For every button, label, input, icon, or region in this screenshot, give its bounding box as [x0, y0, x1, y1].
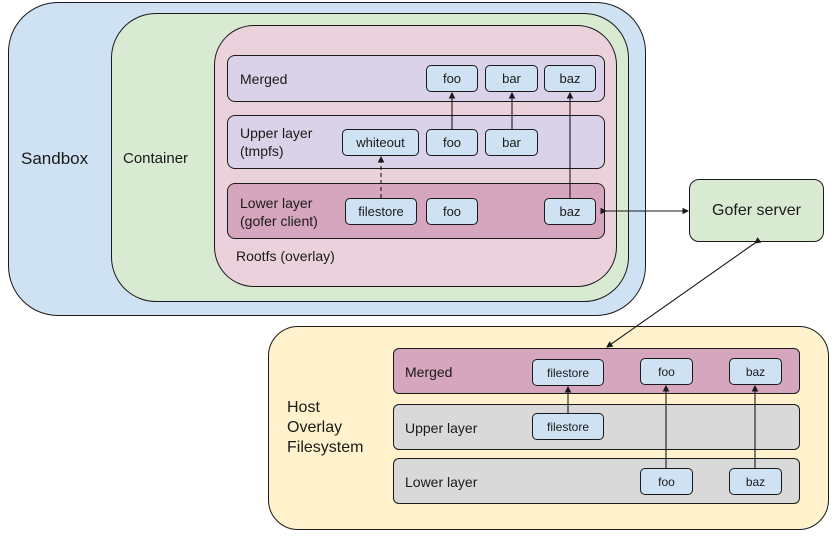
host-upper-label: Upper layer: [405, 420, 478, 436]
rootfs-upper-file-whiteout[interactable]: whiteout: [342, 129, 419, 156]
rootfs-lower-file-baz[interactable]: baz: [544, 198, 596, 225]
rootfs-merged-label: Merged: [240, 71, 288, 87]
gofer-server: Gofer server: [689, 179, 824, 242]
host-overlay-label: Host Overlay Filesystem: [287, 399, 364, 456]
rootfs-merged-file-bar[interactable]: bar: [485, 65, 538, 92]
host-upper-file-filestore[interactable]: filestore: [532, 413, 604, 440]
rootfs-lower-label: Lower layer (gofer client): [240, 195, 318, 229]
host-merged-file-baz[interactable]: baz: [729, 358, 782, 385]
sandbox-label: Sandbox: [21, 149, 89, 168]
rootfs-label: Rootfs (overlay): [236, 248, 335, 264]
host-merged-file-foo[interactable]: foo: [640, 358, 693, 385]
rootfs-upper-file-foo[interactable]: foo: [426, 129, 478, 156]
rootfs-lower-file-filestore[interactable]: filestore: [345, 198, 417, 225]
rootfs-upper-file-bar[interactable]: bar: [485, 129, 538, 156]
container-label: Container: [123, 150, 189, 167]
rootfs-merged-file-foo[interactable]: foo: [426, 65, 478, 92]
rootfs-upper-label: Upper layer (tmpfs): [240, 125, 313, 159]
rootfs-merged-file-baz[interactable]: baz: [544, 65, 596, 92]
host-merged-file-filestore[interactable]: filestore: [532, 359, 604, 386]
host-lower-file-baz[interactable]: baz: [729, 468, 782, 495]
host-lower-label: Lower layer: [405, 474, 478, 490]
rootfs-lower-file-foo[interactable]: foo: [426, 198, 478, 225]
gofer-server-label: Gofer server: [712, 201, 801, 219]
host-merged-label: Merged: [405, 364, 453, 380]
host-lower-file-foo[interactable]: foo: [640, 468, 693, 495]
